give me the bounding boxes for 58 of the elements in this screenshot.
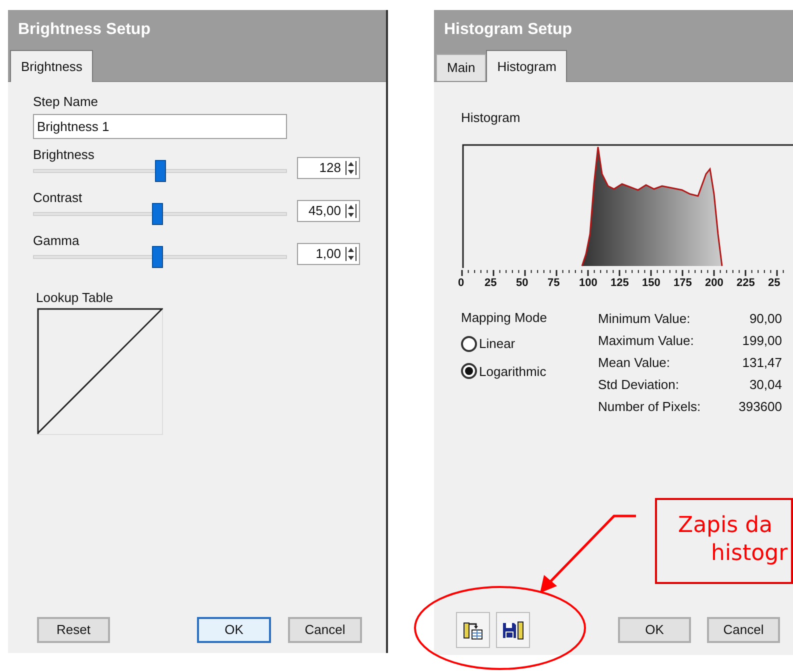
spin-box[interactable]: 128: [297, 157, 360, 179]
slider-label: Contrast: [33, 190, 84, 206]
axis-label: 150: [642, 276, 660, 290]
stat-value: 30,04: [748, 376, 782, 393]
slider[interactable]: [33, 246, 287, 268]
tab[interactable]: Main: [436, 54, 486, 81]
export-table-icon: [463, 620, 483, 640]
save-icon: [502, 620, 524, 640]
group-label: Mapping Mode: [461, 310, 548, 326]
stat-label: Std Deviation:: [598, 376, 680, 393]
radio-option[interactable]: Linear: [461, 334, 598, 354]
axis-label: 0: [458, 276, 464, 290]
tab[interactable]: Brightness: [10, 50, 94, 82]
button[interactable]: OK: [618, 617, 691, 643]
stat-label: Mean Value:: [598, 354, 672, 371]
axis-label: 225: [736, 276, 755, 290]
axis-label: 25: [768, 276, 780, 290]
button[interactable]: Cancel: [707, 617, 780, 643]
tab[interactable]: Histogram: [486, 50, 568, 82]
stat-label: Maximum Value:: [598, 332, 695, 349]
callout-text: Zapis da: [678, 512, 774, 540]
axis-label: 100: [579, 276, 598, 290]
slider[interactable]: [33, 160, 287, 182]
axis-label: 125: [610, 276, 629, 290]
button[interactable]: Cancel: [288, 617, 362, 643]
stat-label: Minimum Value:: [598, 310, 692, 327]
spin-arrows-icon[interactable]: [345, 160, 357, 176]
input-field[interactable]: Brightness 1: [33, 114, 287, 139]
histogram-label: Histogram: [461, 110, 522, 126]
spin-arrows-icon[interactable]: [345, 246, 357, 262]
spin-box[interactable]: 1,00: [297, 243, 360, 265]
field-label: Step Name: [33, 94, 100, 110]
stat-value: 131,47: [741, 354, 782, 371]
lookup-table-label: Lookup Table: [36, 290, 114, 306]
toolbar-button[interactable]: [496, 612, 530, 648]
radio-button[interactable]: [461, 363, 477, 380]
radio-option[interactable]: Logarithmic: [461, 362, 598, 381]
radio-button[interactable]: [461, 336, 477, 352]
toolbar-button[interactable]: [456, 612, 490, 648]
stat-value: 393600: [738, 398, 782, 415]
axis-label: 25: [484, 276, 497, 290]
axis-label: 175: [674, 276, 692, 290]
slider-label: Brightness: [33, 147, 96, 163]
spin-arrows-icon[interactable]: [345, 203, 357, 219]
slider[interactable]: [33, 203, 287, 225]
button[interactable]: Reset: [37, 617, 110, 643]
stat-value: 90,00: [748, 310, 782, 327]
spin-box[interactable]: 45,00: [297, 200, 360, 222]
slider-label: Gamma: [33, 233, 80, 249]
axis-label: 50: [516, 276, 528, 290]
axis-label: 200: [705, 276, 724, 290]
window-title: Histogram Setup: [444, 20, 572, 40]
stat-label: Number of Pixels:: [598, 398, 702, 415]
callout-text: histogr: [711, 540, 789, 568]
button[interactable]: OK: [197, 617, 271, 643]
axis-label: 75: [548, 276, 560, 290]
stat-value: 199,00: [741, 332, 782, 349]
window-title: Brightness Setup: [18, 20, 150, 40]
